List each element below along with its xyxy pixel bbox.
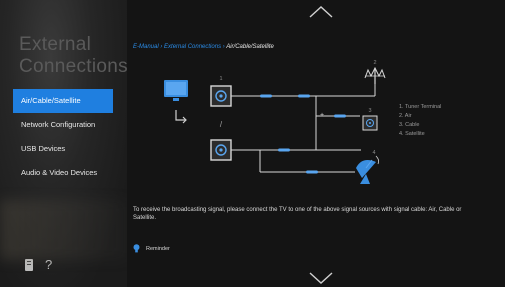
cable-cable <box>315 96 360 126</box>
breadcrumb: E-Manual › External Connections › Air/Ca… <box>133 44 274 50</box>
breadcrumb-current: Air/Cable/Satellite <box>226 44 274 50</box>
or-separator: / <box>220 120 223 129</box>
cable-satellite <box>231 126 361 174</box>
manual-screen: External Connections Air/Cable/Satellite… <box>0 0 505 287</box>
book-icon[interactable] <box>25 259 33 271</box>
lightbulb-icon <box>133 244 140 253</box>
legend-item-air: 2. Air <box>399 113 412 119</box>
breadcrumb-external-connections[interactable]: External Connections <box>164 44 221 50</box>
chevron-up-icon[interactable] <box>309 6 333 18</box>
legend-item-tuner-terminal: 1. Tuner Terminal <box>399 104 442 110</box>
chevron-down-icon[interactable] <box>309 272 333 284</box>
sidebar-item-audio-video-devices[interactable]: Audio & Video Devices <box>13 161 113 185</box>
sidebar-title: External Connections <box>19 34 127 78</box>
satellite-dish-icon <box>356 155 380 184</box>
label-number-1: 1 <box>219 76 222 82</box>
sidebar-item-air-cable-satellite[interactable]: Air/Cable/Satellite <box>13 89 113 113</box>
label-number-3: 3 <box>368 108 371 114</box>
wall-outlet-icon <box>362 115 378 131</box>
tuner-terminal-top-icon <box>210 85 232 107</box>
reminder-link[interactable]: Reminder <box>133 244 170 253</box>
sidebar-item-usb-devices[interactable]: USB Devices <box>13 137 113 161</box>
antenna-icon <box>364 66 386 84</box>
legend-item-cable: 3. Cable <box>399 122 420 128</box>
svg-text:+: + <box>320 112 324 119</box>
sidebar-item-network-configuration[interactable]: Network Configuration <box>13 113 113 137</box>
legend-item-satellite: 4. Satellite <box>399 131 425 137</box>
sidebar-menu: Air/Cable/Satellite Network Configuratio… <box>13 89 113 185</box>
sidebar: External Connections Air/Cable/Satellite… <box>0 0 127 287</box>
cable-air <box>231 80 376 98</box>
sidebar-title-line1: External <box>19 34 92 55</box>
sidebar-bottom-icons: ? <box>25 258 52 272</box>
tv-icon <box>164 80 188 101</box>
help-icon[interactable]: ? <box>45 258 52 272</box>
label-number-4: 4 <box>372 150 375 156</box>
tuner-terminal-bottom-icon <box>210 139 232 161</box>
sidebar-title-line2: Connections <box>19 56 127 77</box>
diagram-legend: 1. Tuner Terminal 2. Air 3. Cable 4. Sat… <box>399 103 441 139</box>
label-number-2: 2 <box>373 60 376 66</box>
reminder-label: Reminder <box>146 245 170 252</box>
breadcrumb-e-manual[interactable]: E-Manual <box>133 44 159 50</box>
description-text: To receive the broadcasting signal, plea… <box>133 207 462 221</box>
